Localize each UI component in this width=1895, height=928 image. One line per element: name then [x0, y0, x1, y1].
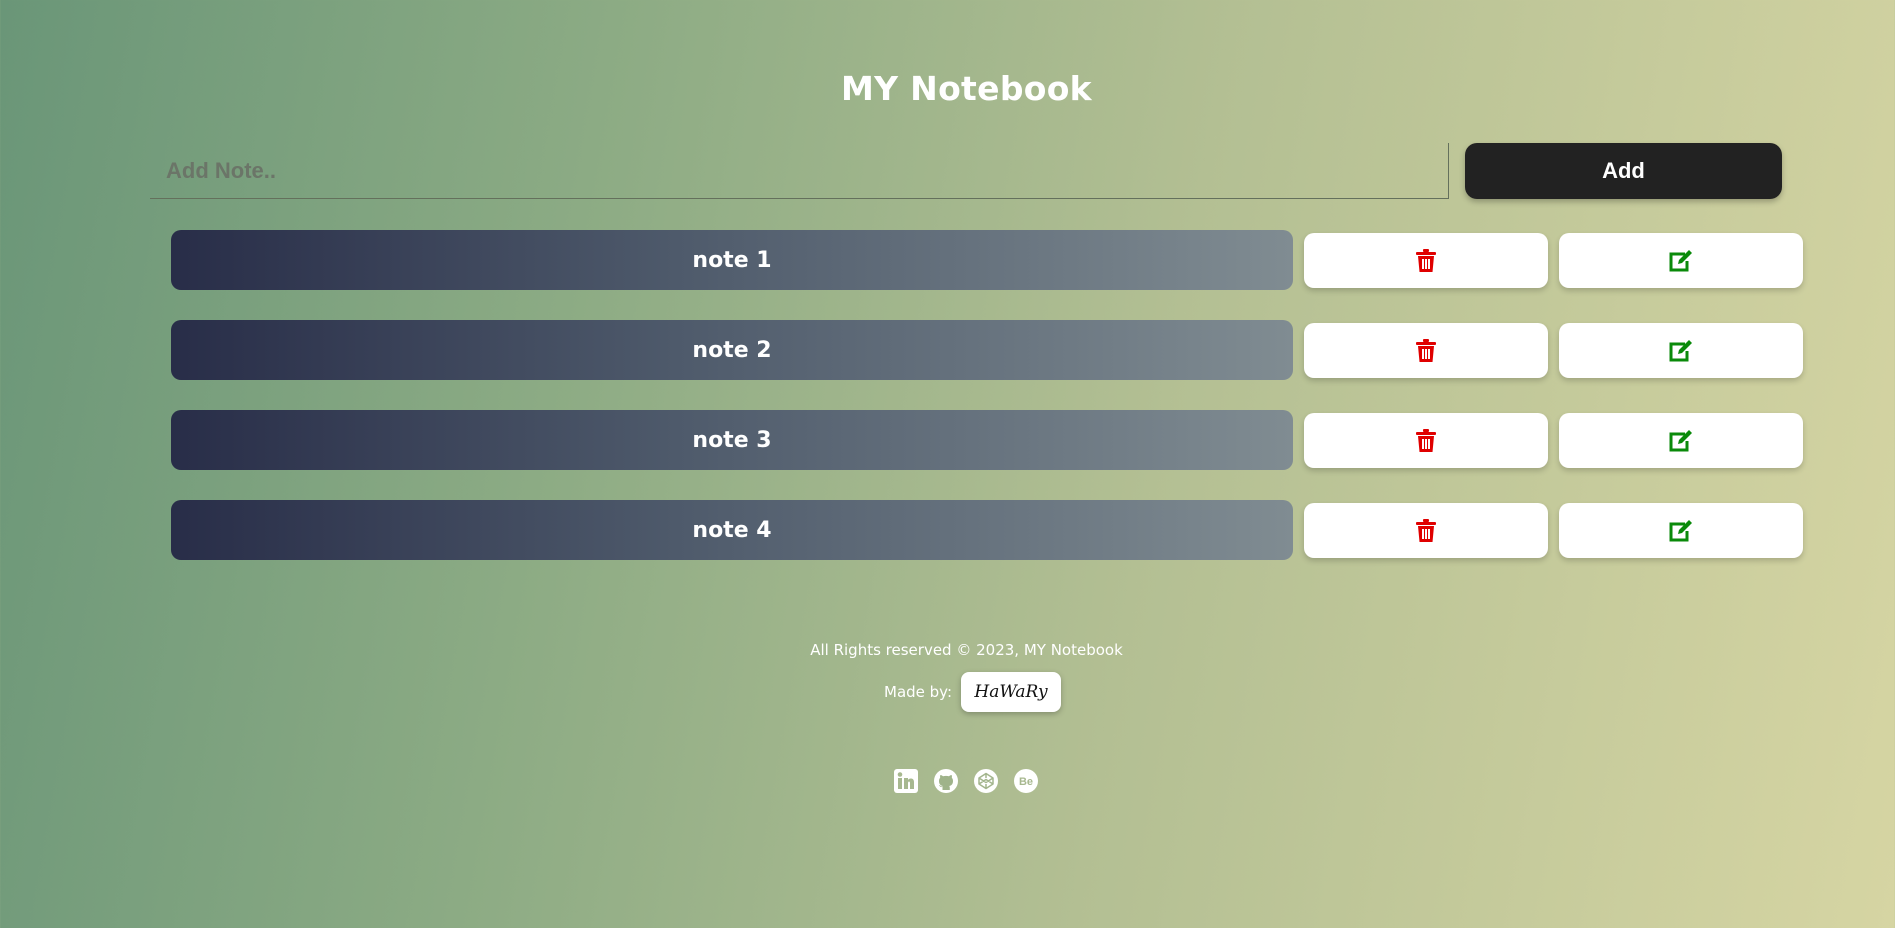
note-row: note 3: [171, 410, 1804, 470]
linkedin-link[interactable]: [893, 768, 919, 794]
edit-icon: [1669, 339, 1692, 361]
note-label: note 1: [171, 230, 1293, 290]
codepen-link[interactable]: [973, 768, 999, 794]
note-row: note 2: [171, 320, 1804, 380]
edit-note-button[interactable]: [1559, 413, 1803, 468]
delete-note-button[interactable]: [1304, 503, 1548, 558]
made-by: Made by: HaWaRy: [884, 672, 1062, 712]
svg-text:Be: Be: [1019, 776, 1033, 788]
signature-logo[interactable]: HaWaRy: [961, 672, 1062, 712]
page-title: MY Notebook: [841, 69, 1092, 109]
note-label: note 3: [171, 410, 1293, 470]
delete-note-button[interactable]: [1304, 233, 1548, 288]
edit-note-button[interactable]: [1559, 233, 1803, 288]
behance-icon: Be: [1014, 769, 1038, 793]
edit-note-button[interactable]: [1559, 503, 1803, 558]
github-link[interactable]: [933, 768, 959, 794]
edit-icon: [1669, 519, 1692, 541]
notes-list: note 1 note 2 note 3 note 4: [171, 230, 1804, 590]
codepen-icon: [974, 769, 998, 793]
trash-icon: [1416, 339, 1436, 362]
trash-icon: [1416, 429, 1436, 452]
signature-mark: HaWaRy: [973, 682, 1048, 702]
behance-link[interactable]: Be: [1013, 768, 1039, 794]
svg-text:HaWaRy: HaWaRy: [973, 682, 1048, 702]
note-label: note 2: [171, 320, 1293, 380]
delete-note-button[interactable]: [1304, 413, 1548, 468]
note-label: note 4: [171, 500, 1293, 560]
social-links: Be: [893, 768, 1039, 794]
trash-icon: [1416, 519, 1436, 542]
add-note-input[interactable]: [150, 143, 1449, 199]
edit-note-button[interactable]: [1559, 323, 1803, 378]
github-icon: [934, 769, 958, 793]
note-row: note 4: [171, 500, 1804, 560]
edit-icon: [1669, 249, 1692, 271]
add-button[interactable]: Add: [1465, 143, 1782, 199]
note-row: note 1: [171, 230, 1804, 290]
edit-icon: [1669, 429, 1692, 451]
trash-icon: [1416, 249, 1436, 272]
copyright-text: All Rights reserved © 2023, MY Notebook: [810, 641, 1123, 659]
delete-note-button[interactable]: [1304, 323, 1548, 378]
linkedin-icon: [894, 769, 918, 793]
made-by-label: Made by:: [884, 683, 953, 701]
